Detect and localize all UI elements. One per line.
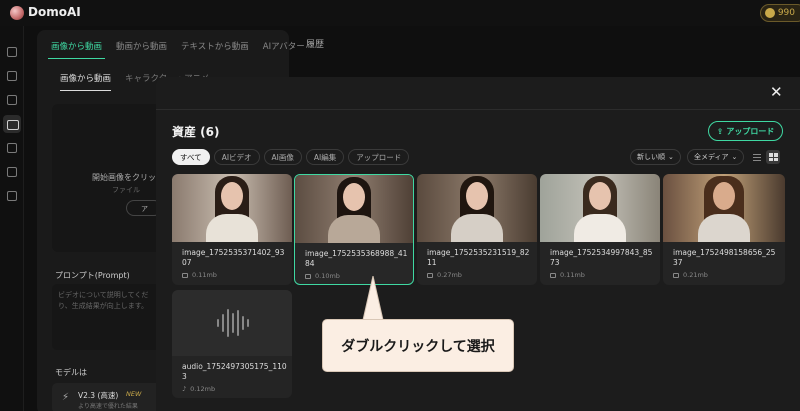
gallery-icon[interactable] [7,143,17,153]
model-new-badge: NEW [126,390,142,398]
model-subtext: より高速で優れた結果 [78,403,138,410]
history-label[interactable]: 履歴 [306,37,324,50]
list-view-icon[interactable] [750,150,764,164]
image-icon [673,272,679,278]
prompt-label: プロンプト(Prompt) [55,271,130,280]
chevron-down-icon: ⌄ [731,153,738,161]
image-icon [305,273,311,279]
asset-name: image_1752535368988_4184 [305,249,408,268]
model-label: モデルは [55,368,87,377]
asset-thumbnail [417,174,537,242]
filter-all[interactable]: すべて [172,149,210,165]
image-icon [550,272,556,278]
model-name: V2.3 (高速) [78,391,119,400]
image-icon[interactable] [7,95,17,105]
settings-icon[interactable] [7,191,17,201]
lightning-icon: ⚡ [62,392,70,403]
waveform-icon [217,308,249,338]
asset-size: 0.11mb [182,271,217,279]
asset-thumbnail [540,174,660,242]
asset-name: image_1752535231519_8211 [427,248,530,267]
asset-name: image_1752535371402_9307 [182,248,285,267]
sort-value: 新しい順 [637,153,665,161]
asset-size: ♪ 0.12mb [182,385,216,393]
upload-icon: ⇪ [716,126,724,136]
chevron-down-icon: ⌄ [668,153,674,161]
audio-thumbnail [172,290,292,356]
asset-size: 0.27mb [427,271,462,279]
credits-value: 990 [777,8,795,18]
media-value: 全メディア [694,153,729,161]
upload-subtext: ファイル [112,186,140,194]
asset-name: image_1752534997843_8573 [550,248,653,267]
coin-icon [764,8,775,18]
upload-instruction: 開始画像をクリック [92,173,164,182]
prompt-placeholder-2: り、生成結果が向上します。 [58,302,149,310]
top-bar: DomoAI 990 [0,0,800,26]
audio-icon: ♪ [182,385,187,393]
tab-text-to-video[interactable]: テキストから動画 [178,40,252,59]
asset-card[interactable]: image_1752535371402_9307 0.11mb [172,174,292,285]
upload-button[interactable]: ⇪ アップロード [708,121,783,141]
asset-thumbnail [663,174,785,242]
asset-size: 0.21mb [673,271,708,279]
video-icon[interactable] [7,71,17,81]
assets-icon[interactable] [3,115,21,133]
tab-image-to-video[interactable]: 画像から動画 [48,40,106,59]
asset-size: 0.10mb [305,272,340,280]
filter-upload[interactable]: アップロード [348,149,410,165]
share-icon[interactable] [7,167,17,177]
asset-name: audio_1752497305175_1103 [182,362,287,381]
image-icon [182,272,188,278]
modal-divider [156,109,800,110]
subtab-image-to-video[interactable]: 画像から動画 [60,72,112,91]
asset-card[interactable]: image_1752498158656_2537 0.21mb [663,174,785,285]
sort-dropdown[interactable]: 新しい順 ⌄ [630,149,681,165]
audio-asset-card[interactable]: audio_1752497305175_1103 ♪ 0.12mb [172,290,292,398]
asset-card[interactable]: image_1752534997843_8573 0.11mb [540,174,660,285]
sidebar [0,26,24,411]
asset-card-selected[interactable]: image_1752535368988_4184 0.10mb [294,174,414,285]
filter-ai-edit[interactable]: AI編集 [305,149,345,165]
close-icon[interactable]: ✕ [770,85,783,100]
modal-title: 資産 (6) [172,125,220,139]
prompt-placeholder-1: ビデオについて説明してくだ [58,291,149,299]
home-icon[interactable] [7,47,17,57]
app-logo [10,6,24,20]
tab-video-to-video[interactable]: 動画から動画 [113,40,170,59]
callout-box: ダブルクリックして選択 [322,319,514,372]
main-tabs: 画像から動画 動画から動画 テキストから動画 AIアバター [48,40,308,59]
callout-pointer [362,276,384,321]
callout-text: ダブルクリックして選択 [341,338,495,355]
image-icon [427,272,433,278]
filter-chips: すべて AIビデオ AI画像 AI編集 アップロード [172,149,410,165]
tab-ai-avatar[interactable]: AIアバター [260,40,308,59]
asset-size: 0.11mb [550,271,585,279]
asset-name: image_1752498158656_2537 [673,248,776,267]
asset-card[interactable]: image_1752535231519_8211 0.27mb [417,174,537,285]
asset-thumbnail [172,174,292,242]
grid-view-icon[interactable] [766,150,780,164]
app-title: DomoAI [28,5,81,19]
filter-ai-video[interactable]: AIビデオ [213,149,260,165]
asset-thumbnail [295,175,413,243]
media-dropdown[interactable]: 全メディア ⌄ [687,149,745,165]
prompt-input[interactable]: ビデオについて説明してくだ り、生成結果が向上します。 [52,284,164,350]
upload-button-label: アップロード [726,126,775,136]
filter-ai-image[interactable]: AI画像 [263,149,302,165]
credits-badge[interactable]: 990 [759,4,800,22]
